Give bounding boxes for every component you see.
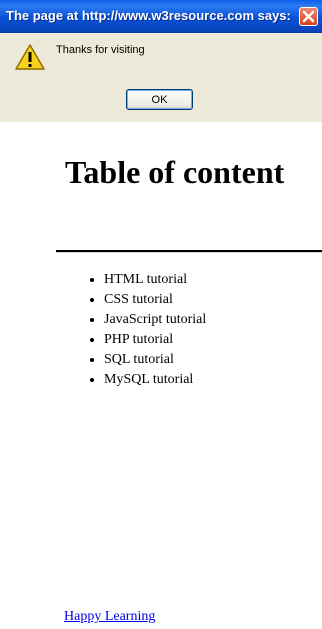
page-title: Table of content bbox=[65, 154, 285, 190]
list-item: CSS tutorial bbox=[104, 290, 206, 310]
happy-learning-link[interactable]: Happy Learning bbox=[64, 609, 155, 625]
close-button[interactable] bbox=[299, 7, 318, 26]
horizontal-rule bbox=[56, 250, 322, 253]
alert-dialog: The page at http://www.w3resource.com sa… bbox=[0, 0, 322, 122]
warning-icon bbox=[15, 44, 45, 70]
ok-button[interactable]: OK bbox=[126, 89, 193, 110]
list-item: HTML tutorial bbox=[104, 270, 206, 290]
dialog-titlebar[interactable]: The page at http://www.w3resource.com sa… bbox=[0, 0, 322, 33]
toc-list: HTML tutorial CSS tutorial JavaScript tu… bbox=[64, 270, 206, 390]
dialog-message: Thanks for visiting bbox=[56, 44, 145, 56]
list-item: MySQL tutorial bbox=[104, 370, 206, 390]
list-item: JavaScript tutorial bbox=[104, 310, 206, 330]
dialog-title: The page at http://www.w3resource.com sa… bbox=[6, 8, 291, 23]
list-item: SQL tutorial bbox=[104, 350, 206, 370]
list-item: PHP tutorial bbox=[104, 330, 206, 350]
close-icon bbox=[302, 10, 315, 23]
